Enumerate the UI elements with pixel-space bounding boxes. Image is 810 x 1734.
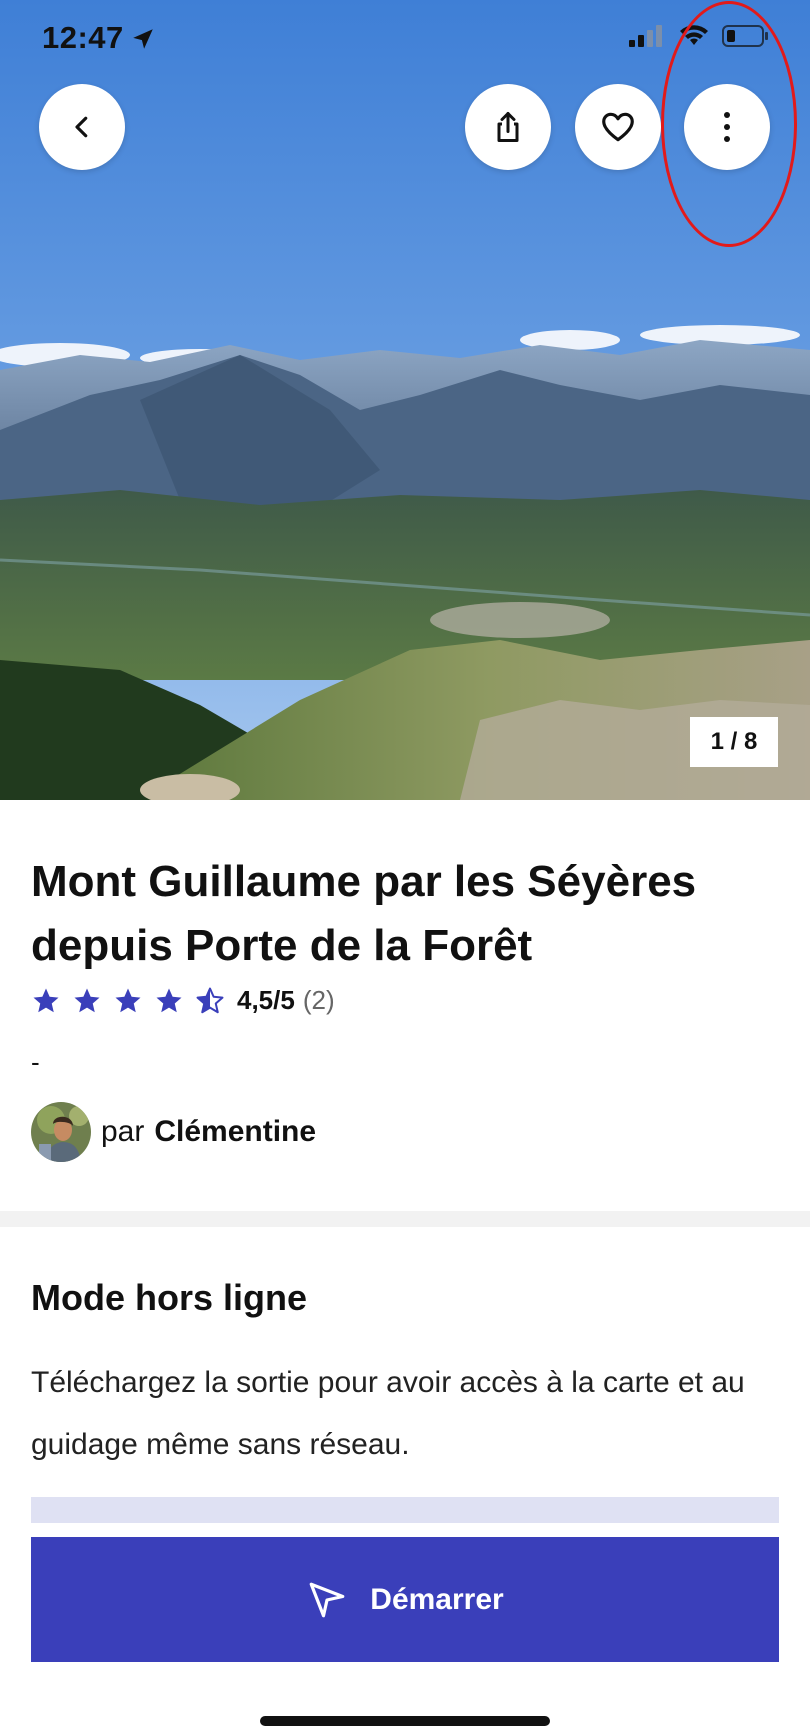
hero-photo[interactable]: 12:47 1 / 8 [0,0,810,800]
offline-mode-description: Téléchargez la sortie pour avoir accès à… [31,1366,745,1461]
favorite-button[interactable] [575,84,661,170]
offline-mode-title: Mode hors ligne [31,1277,308,1318]
signal-icon [628,24,666,53]
avatar [31,1102,91,1162]
photo-counter: 1 / 8 [690,717,778,767]
rating-count: (2) [302,985,335,1015]
start-button[interactable]: Démarrer [31,1537,779,1662]
home-indicator[interactable] [260,1716,550,1726]
section-divider [0,1211,810,1227]
rating-value: 4,5/5 [237,985,295,1015]
back-button[interactable] [39,84,125,170]
offline-download-panel[interactable] [31,1497,779,1523]
share-icon [497,112,519,142]
author-row[interactable]: par Clémentine [31,1102,316,1162]
more-vertical-icon [724,112,730,142]
battery-icon [722,24,770,53]
route-dash: - [31,1047,40,1077]
star-icon [74,988,100,1012]
navigation-arrow-icon [309,1582,345,1617]
location-arrow-icon [130,26,156,57]
heart-icon [602,112,634,142]
star-icon [33,988,59,1012]
route-title: Mont Guillaume par les Séyères depuis Po… [31,857,697,970]
wifi-icon [680,25,708,52]
start-button-label: Démarrer [370,1582,504,1616]
star-icon [115,988,141,1012]
half-star-icon [196,987,224,1013]
back-chevron-icon [75,116,88,138]
share-button[interactable] [465,84,551,170]
status-time: 12:47 [42,20,124,55]
rating-stars [31,986,225,1016]
star-icon [156,988,182,1012]
author-name: Clémentine [154,1115,317,1148]
author-prefix: par [101,1115,145,1148]
rating-row[interactable]: 4,5/5 (2) [31,985,335,1016]
more-options-button[interactable] [684,84,770,170]
